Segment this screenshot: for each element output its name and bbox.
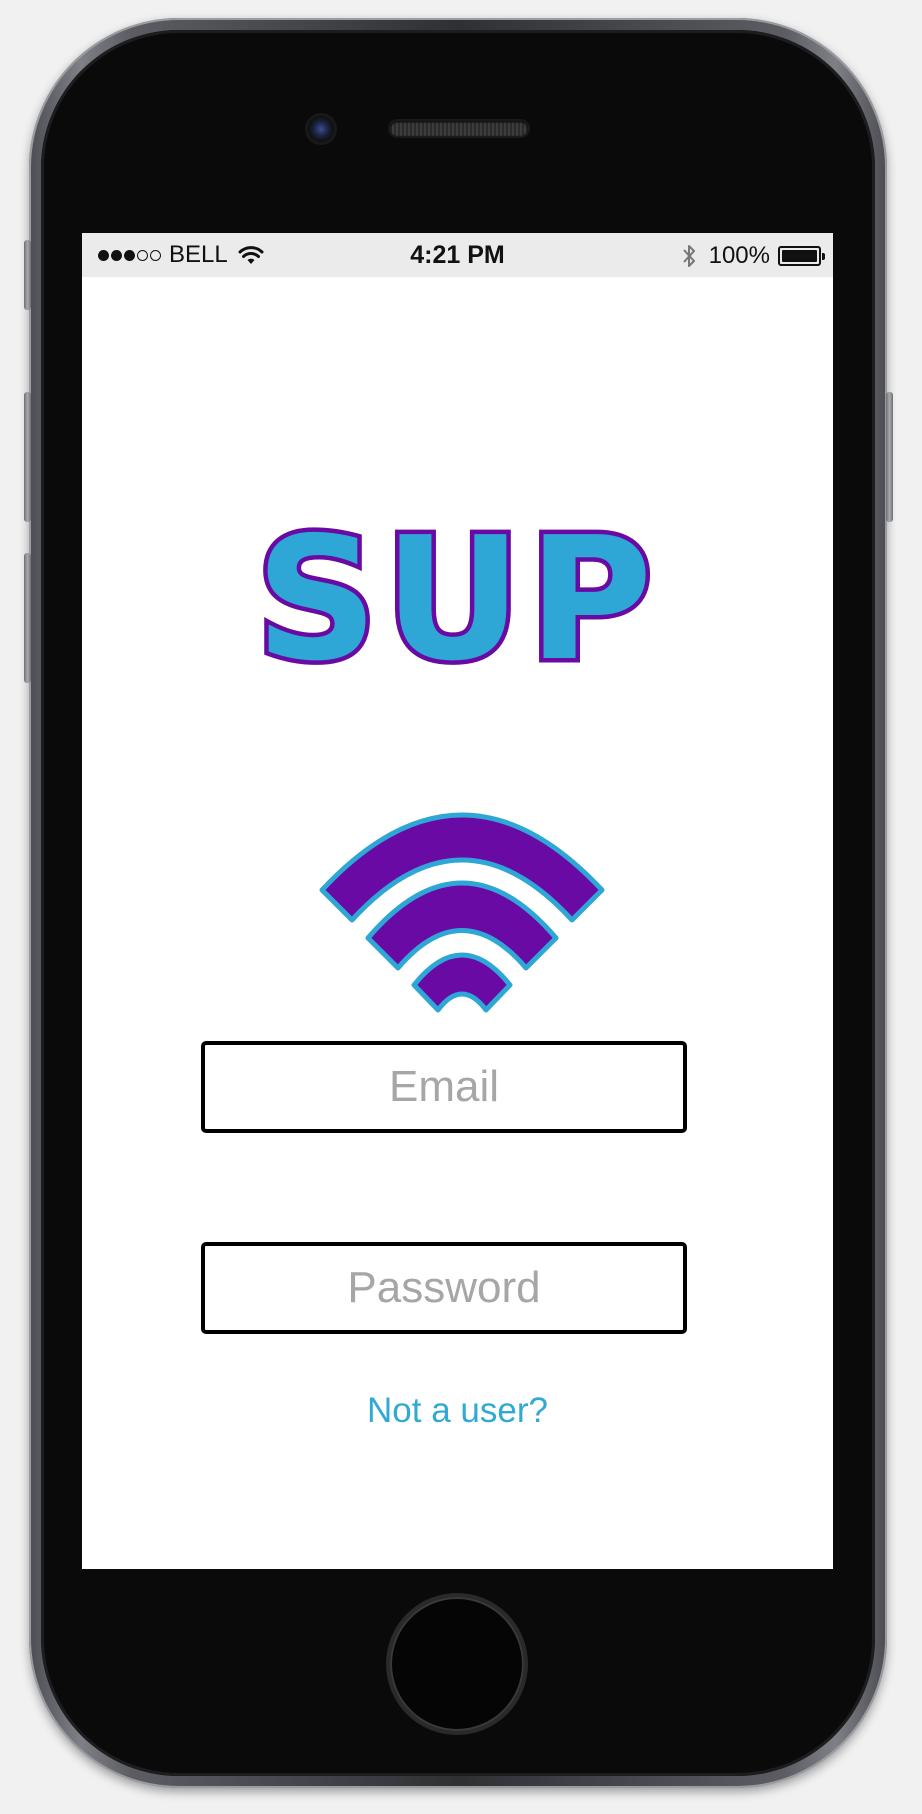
- earpiece-speaker: [390, 121, 528, 136]
- home-button[interactable]: [390, 1597, 524, 1731]
- front-camera-icon: [307, 115, 335, 143]
- signal-arc-small: [411, 952, 513, 1013]
- status-bar: BELL 4:21 PM 100%: [82, 233, 833, 277]
- signal-arcs-icon: [319, 812, 605, 1013]
- app-screen: BELL 4:21 PM 100% SUP Email Not a user?: [82, 233, 833, 1569]
- sup-logo: SUP: [251, 497, 658, 1013]
- battery-percent: 100%: [708, 242, 770, 269]
- battery-icon: [778, 246, 825, 266]
- battery-fill: [782, 250, 817, 262]
- email-input[interactable]: [205, 1044, 683, 1130]
- volume-up-button: [24, 392, 31, 522]
- email-field[interactable]: [201, 1041, 687, 1133]
- status-right-group: 100%: [681, 242, 825, 269]
- battery-cap: [822, 253, 825, 260]
- volume-down-button: [24, 553, 31, 683]
- device-frame: BELL 4:21 PM 100% SUP Email Not a user?: [0, 0, 922, 1814]
- power-button: [886, 392, 893, 522]
- password-input[interactable]: [205, 1245, 683, 1331]
- not-a-user-link[interactable]: Not a user?: [82, 1391, 833, 1431]
- password-field[interactable]: [201, 1242, 687, 1334]
- bluetooth-icon: [682, 245, 695, 267]
- sup-logo-text: SUP: [255, 501, 658, 699]
- mute-switch: [24, 240, 31, 310]
